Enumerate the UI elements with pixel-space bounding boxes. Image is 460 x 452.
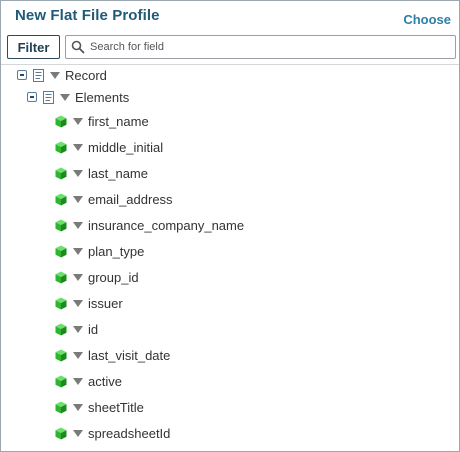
field-label: last_visit_date [88, 347, 171, 363]
tree-field-row[interactable]: first_name [55, 111, 149, 131]
caret-down-icon[interactable] [73, 403, 83, 411]
caret-down-icon[interactable] [73, 169, 83, 177]
document-icon [33, 68, 44, 82]
green-cube-icon [55, 323, 67, 335]
caret-down-icon[interactable] [73, 273, 83, 281]
caret-down-icon[interactable] [73, 247, 83, 255]
tree-field-row[interactable]: group_id [55, 267, 139, 287]
caret-down-icon[interactable] [73, 195, 83, 203]
tree-field-row[interactable]: last_visit_date [55, 345, 170, 365]
tree-node-label: Elements [75, 89, 130, 105]
tree-node-label: Record [65, 67, 107, 83]
caret-down-icon[interactable] [73, 143, 83, 151]
caret-down-icon[interactable] [73, 325, 83, 333]
field-label: plan_type [88, 243, 145, 259]
search-icon [71, 40, 85, 54]
field-label: first_name [88, 113, 149, 129]
green-cube-icon [55, 167, 67, 179]
green-cube-icon [55, 375, 67, 387]
tree-field-row[interactable]: email_address [55, 189, 173, 209]
caret-down-icon[interactable] [73, 221, 83, 229]
caret-down-icon[interactable] [73, 299, 83, 307]
document-icon [43, 90, 54, 104]
tree-field-row[interactable]: sheetTitle [55, 397, 144, 417]
green-cube-icon [55, 193, 67, 205]
caret-down-icon[interactable] [50, 71, 60, 79]
green-cube-icon [55, 219, 67, 231]
collapse-toggle-icon[interactable] [27, 92, 37, 102]
tree-node-elements[interactable]: Elements [27, 87, 129, 107]
field-label: spreadsheetId [88, 425, 171, 441]
tree-field-row[interactable]: insurance_company_name [55, 215, 244, 235]
tree-field-row[interactable]: plan_type [55, 241, 144, 261]
panel-title: New Flat File Profile [15, 7, 160, 24]
tree-field-row[interactable]: spreadsheetId [55, 423, 170, 443]
choose-link[interactable]: Choose [403, 12, 451, 27]
tree-field-row[interactable]: id [55, 319, 98, 339]
panel-header: New Flat File Profile Choose [1, 1, 459, 33]
green-cube-icon [55, 297, 67, 309]
field-label: last_name [88, 165, 148, 181]
caret-down-icon[interactable] [60, 93, 70, 101]
tree-field-row[interactable]: last_name [55, 163, 148, 183]
green-cube-icon [55, 427, 67, 439]
field-label: group_id [88, 269, 139, 285]
green-cube-icon [55, 401, 67, 413]
green-cube-icon [55, 245, 67, 257]
search-box[interactable] [65, 35, 456, 59]
field-label: email_address [88, 191, 173, 207]
caret-down-icon[interactable] [73, 429, 83, 437]
flat-file-profile-panel: New Flat File Profile Choose Filter Reco… [0, 0, 460, 452]
green-cube-icon [55, 349, 67, 361]
field-label: sheetTitle [88, 399, 144, 415]
field-label: active [88, 373, 122, 389]
search-input[interactable] [88, 37, 448, 57]
tree-node-record[interactable]: Record [17, 65, 107, 85]
field-label: id [88, 321, 99, 337]
green-cube-icon [55, 271, 67, 283]
caret-down-icon[interactable] [73, 351, 83, 359]
tree-field-row[interactable]: middle_initial [55, 137, 163, 157]
tree-field-row[interactable]: active [55, 371, 122, 391]
caret-down-icon[interactable] [73, 377, 83, 385]
filter-button[interactable]: Filter [7, 35, 60, 59]
collapse-toggle-icon[interactable] [17, 70, 27, 80]
field-label: middle_initial [88, 139, 164, 155]
field-label: insurance_company_name [88, 217, 245, 233]
caret-down-icon[interactable] [73, 117, 83, 125]
green-cube-icon [55, 115, 67, 127]
tree-field-row[interactable]: issuer [55, 293, 123, 313]
green-cube-icon [55, 141, 67, 153]
field-label: issuer [88, 295, 123, 311]
